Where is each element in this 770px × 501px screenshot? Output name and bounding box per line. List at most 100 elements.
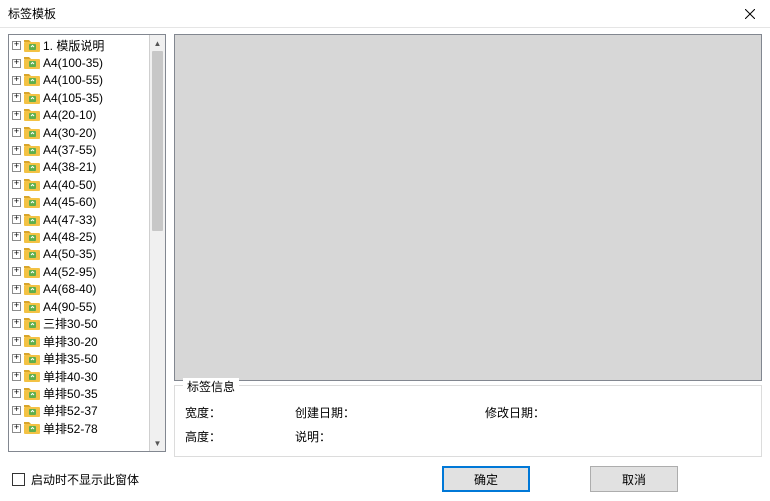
footer-bar: 启动时不显示此窗体 确定 取消 — [0, 457, 770, 501]
tree-item[interactable]: A4(105-35) — [11, 89, 149, 106]
tree-item[interactable]: A4(30-20) — [11, 124, 149, 141]
expand-icon[interactable] — [12, 163, 21, 172]
label-info-group: 标签信息 宽度： 创建日期： 修改日期： 高度： 说明： — [174, 385, 762, 457]
folder-icon — [24, 178, 40, 192]
tree-item[interactable]: A4(48-25) — [11, 228, 149, 245]
height-label: 高度： — [185, 428, 295, 445]
tree-item[interactable]: 单排50-35 — [11, 385, 149, 402]
folder-icon — [24, 126, 40, 140]
folder-icon — [24, 195, 40, 209]
tree-item[interactable]: 三排30-50 — [11, 315, 149, 332]
tree-item-label: A4(90-55) — [43, 300, 96, 314]
tree-item-label: 三排30-50 — [43, 315, 98, 332]
tree-item-label: A4(20-10) — [43, 108, 96, 122]
tree-item[interactable]: A4(37-55) — [11, 141, 149, 158]
expand-icon[interactable] — [12, 111, 21, 120]
tree-item[interactable]: 单排30-20 — [11, 333, 149, 350]
width-label: 宽度： — [185, 404, 295, 421]
expand-icon[interactable] — [12, 319, 21, 328]
expand-icon[interactable] — [12, 215, 21, 224]
tree-item-label: 单排30-20 — [43, 333, 98, 350]
folder-icon — [24, 421, 40, 435]
expand-icon[interactable] — [12, 424, 21, 433]
tree-item-label: A4(48-25) — [43, 230, 96, 244]
expand-icon[interactable] — [12, 372, 21, 381]
tree-item-label: 单排50-35 — [43, 385, 98, 402]
tree-item-label: A4(50-35) — [43, 247, 96, 261]
scroll-thumb[interactable] — [152, 51, 163, 231]
close-button[interactable] — [730, 0, 770, 28]
tree-item[interactable]: A4(50-35) — [11, 246, 149, 263]
scroll-down-button[interactable]: ▼ — [150, 435, 165, 451]
expand-icon[interactable] — [12, 41, 21, 50]
tree-item[interactable]: A4(68-40) — [11, 280, 149, 297]
startup-checkbox[interactable]: 启动时不显示此窗体 — [12, 471, 139, 488]
tree-item[interactable]: A4(100-35) — [11, 54, 149, 71]
folder-icon — [24, 334, 40, 348]
folder-icon — [24, 56, 40, 70]
folder-icon — [24, 300, 40, 314]
tree-item-label: A4(38-21) — [43, 160, 96, 174]
tree-item[interactable]: 1. 模版说明 — [11, 37, 149, 54]
folder-icon — [24, 317, 40, 331]
tree-item[interactable]: A4(38-21) — [11, 159, 149, 176]
tree-item[interactable]: A4(40-50) — [11, 176, 149, 193]
expand-icon[interactable] — [12, 406, 21, 415]
expand-icon[interactable] — [12, 389, 21, 398]
folder-icon — [24, 143, 40, 157]
expand-icon[interactable] — [12, 232, 21, 241]
tree-item[interactable]: A4(20-10) — [11, 107, 149, 124]
expand-icon[interactable] — [12, 198, 21, 207]
expand-icon[interactable] — [12, 93, 21, 102]
tree-item-label: A4(68-40) — [43, 282, 96, 296]
info-row-2: 高度： 说明： — [185, 424, 751, 448]
tree-item-label: 单排35-50 — [43, 350, 98, 367]
tree-scrollbar[interactable]: ▲ ▼ — [149, 35, 165, 451]
expand-icon[interactable] — [12, 180, 21, 189]
folder-icon — [24, 282, 40, 296]
folder-icon — [24, 108, 40, 122]
cancel-button[interactable]: 取消 — [590, 466, 678, 492]
expand-icon[interactable] — [12, 76, 21, 85]
tree-item[interactable]: 单排52-37 — [11, 402, 149, 419]
scroll-up-button[interactable]: ▲ — [150, 35, 165, 51]
ok-button[interactable]: 确定 — [442, 466, 530, 492]
tree-item[interactable]: A4(52-95) — [11, 263, 149, 280]
title-bar: 标签模板 — [0, 0, 770, 28]
folder-icon — [24, 91, 40, 105]
tree-item-label: A4(52-95) — [43, 265, 96, 279]
expand-icon[interactable] — [12, 267, 21, 276]
expand-icon[interactable] — [12, 59, 21, 68]
expand-icon[interactable] — [12, 302, 21, 311]
tree-item[interactable]: 单排52-78 — [11, 420, 149, 437]
scroll-track[interactable] — [150, 51, 165, 435]
expand-icon[interactable] — [12, 128, 21, 137]
folder-icon — [24, 73, 40, 87]
tree-item[interactable]: A4(90-55) — [11, 298, 149, 315]
tree-item[interactable]: A4(45-60) — [11, 194, 149, 211]
tree-item[interactable]: 单排40-30 — [11, 367, 149, 384]
tree-item-label: A4(47-33) — [43, 213, 96, 227]
tree-item-label: A4(40-50) — [43, 178, 96, 192]
folder-icon — [24, 160, 40, 174]
template-tree[interactable]: 1. 模版说明A4(100-35)A4(100-55)A4(105-35) A4(… — [9, 35, 149, 451]
folder-icon — [24, 230, 40, 244]
expand-icon[interactable] — [12, 146, 21, 155]
folder-icon — [24, 39, 40, 53]
tree-item-label: A4(37-55) — [43, 143, 96, 157]
checkbox-box[interactable] — [12, 473, 25, 486]
desc-label: 说明： — [295, 428, 485, 445]
tree-item[interactable]: A4(100-55) — [11, 72, 149, 89]
tree-item[interactable]: 单排35-50 — [11, 350, 149, 367]
right-panel: 标签信息 宽度： 创建日期： 修改日期： 高度： 说明： — [174, 34, 762, 457]
folder-icon — [24, 387, 40, 401]
expand-icon[interactable] — [12, 354, 21, 363]
expand-icon[interactable] — [12, 337, 21, 346]
tree-item[interactable]: A4(47-33) — [11, 211, 149, 228]
expand-icon[interactable] — [12, 250, 21, 259]
tree-item-label: A4(45-60) — [43, 195, 96, 209]
folder-icon — [24, 352, 40, 366]
modified-label: 修改日期： — [485, 404, 751, 421]
folder-icon — [24, 369, 40, 383]
expand-icon[interactable] — [12, 285, 21, 294]
